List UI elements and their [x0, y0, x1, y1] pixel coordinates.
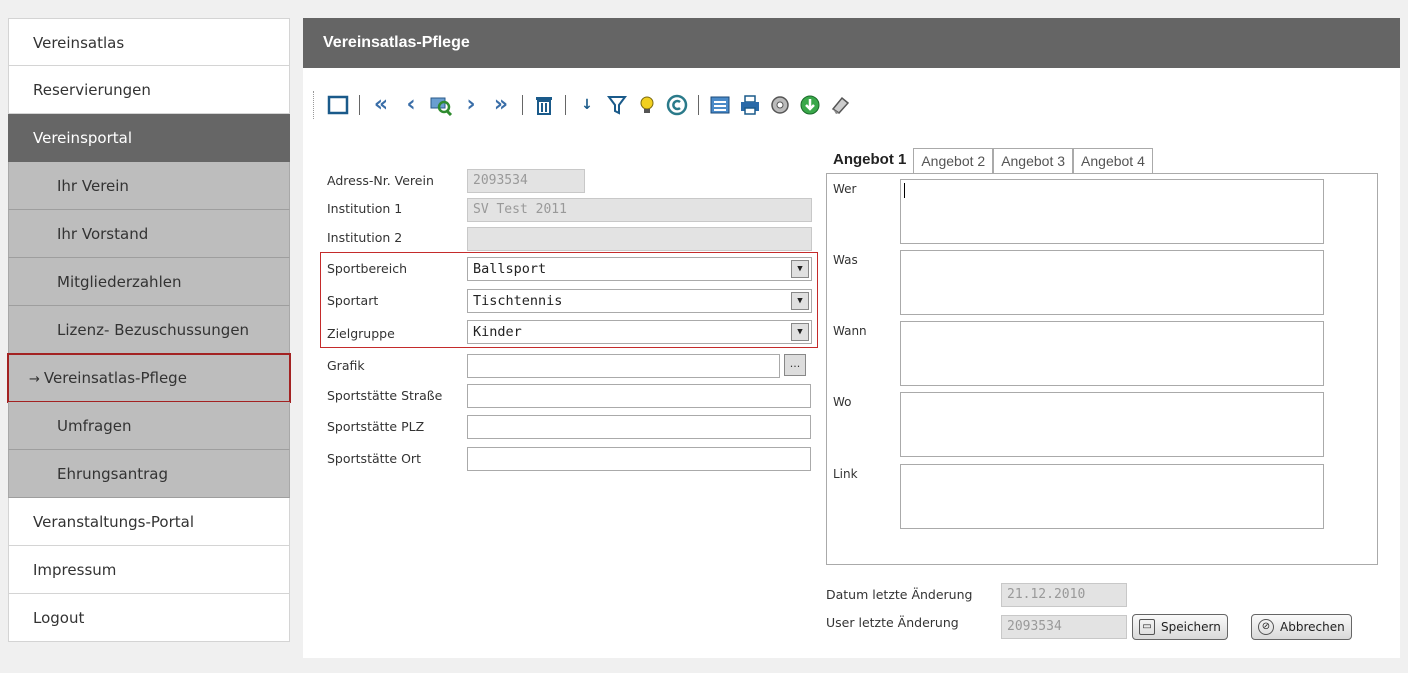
- link-label: Link: [833, 467, 858, 481]
- sidebar-item-ihr-verein[interactable]: Ihr Verein: [8, 162, 290, 210]
- print-icon[interactable]: [737, 92, 763, 118]
- sidebar-item-lizenz-bezuschussungen[interactable]: Lizenz- Bezuschussungen: [8, 306, 290, 354]
- sidebar-item-vereinsatlas[interactable]: Vereinsatlas: [8, 18, 290, 66]
- dropdown-arrow-icon[interactable]: ▼: [791, 260, 809, 278]
- tab-angebot-4[interactable]: Angebot 4: [1073, 148, 1153, 173]
- download-icon[interactable]: [797, 92, 823, 118]
- next-record-icon[interactable]: ›: [458, 92, 484, 118]
- settings-icon[interactable]: [767, 92, 793, 118]
- text-caret: [904, 183, 905, 198]
- sportbereich-select[interactable]: Ballsport ▼: [467, 257, 812, 281]
- tab-panel: Wer Was Wann Wo Link: [826, 173, 1378, 565]
- browse-button[interactable]: ...: [784, 354, 806, 376]
- grafik-label: Grafik: [327, 358, 365, 373]
- sort-icon[interactable]: ↓: [574, 92, 600, 118]
- sidebar-item-umfragen[interactable]: Umfragen: [8, 402, 290, 450]
- wo-label: Wo: [833, 395, 852, 409]
- zielgruppe-label: Zielgruppe: [327, 326, 395, 341]
- institution1-field: SV Test 2011: [467, 198, 812, 222]
- toolbar: « ‹ › » ↓: [313, 88, 853, 122]
- tip-icon[interactable]: [634, 92, 660, 118]
- list-view-icon[interactable]: [707, 92, 733, 118]
- sidebar-item-impressum[interactable]: Impressum: [8, 546, 290, 594]
- sidebar-item-vereinsportal[interactable]: Vereinsportal: [8, 114, 290, 162]
- grafik-field[interactable]: [467, 354, 780, 378]
- institution2-label: Institution 2: [327, 230, 403, 245]
- cancel-icon: ⊘: [1258, 619, 1274, 635]
- was-label: Was: [833, 253, 858, 267]
- strasse-field[interactable]: [467, 384, 811, 408]
- arrow-right-icon: →: [29, 372, 40, 387]
- user-label: User letzte Änderung: [826, 615, 959, 630]
- tab-angebot-2[interactable]: Angebot 2: [913, 148, 994, 173]
- datum-label: Datum letzte Änderung: [826, 587, 973, 602]
- eraser-icon[interactable]: [827, 92, 853, 118]
- wann-label: Wann: [833, 324, 867, 338]
- dropdown-arrow-icon[interactable]: ▼: [791, 323, 809, 341]
- new-record-icon[interactable]: [325, 92, 351, 118]
- sidebar-item-logout[interactable]: Logout: [8, 594, 290, 642]
- cancel-button[interactable]: ⊘ Abbrechen: [1251, 614, 1352, 640]
- ort-label: Sportstätte Ort: [327, 451, 421, 466]
- sidebar-item-ehrungsantrag[interactable]: Ehrungsantrag: [8, 450, 290, 498]
- tab-angebot-3[interactable]: Angebot 3: [993, 148, 1074, 173]
- wo-textarea[interactable]: [900, 392, 1324, 457]
- toolbar-grip: [313, 91, 315, 119]
- tab-bar: Angebot 1 Angebot 2 Angebot 3 Angebot 4: [826, 148, 1153, 173]
- sportart-select[interactable]: Tischtennis ▼: [467, 289, 812, 313]
- main-panel: Vereinsatlas-Pflege « ‹ › » ↓ Adress-Nr.…: [303, 18, 1400, 658]
- was-textarea[interactable]: [900, 250, 1324, 315]
- tab-angebot-1[interactable]: Angebot 1: [826, 148, 914, 173]
- sportart-label: Sportart: [327, 293, 379, 308]
- datum-field: 21.12.2010: [1001, 583, 1127, 607]
- save-button[interactable]: ▭ Speichern: [1132, 614, 1228, 640]
- previous-record-icon[interactable]: ‹: [398, 92, 424, 118]
- wer-label: Wer: [833, 182, 857, 196]
- sidebar-item-ihr-vorstand[interactable]: Ihr Vorstand: [8, 210, 290, 258]
- last-record-icon[interactable]: »: [488, 92, 514, 118]
- filter-icon[interactable]: [604, 92, 630, 118]
- toolbar-separator: [565, 95, 566, 115]
- sidebar-item-veranstaltungs-portal[interactable]: Veranstaltungs-Portal: [8, 498, 290, 546]
- adress-field: 2093534: [467, 169, 585, 193]
- dropdown-arrow-icon[interactable]: ▼: [791, 292, 809, 310]
- strasse-label: Sportstätte Straße: [327, 388, 443, 403]
- zielgruppe-select[interactable]: Kinder ▼: [467, 320, 812, 344]
- sidebar-item-reservierungen[interactable]: Reservierungen: [8, 66, 290, 114]
- toolbar-separator: [698, 95, 699, 115]
- delete-icon[interactable]: [531, 92, 557, 118]
- sidebar: Vereinsatlas Reservierungen Vereinsporta…: [7, 18, 291, 642]
- institution2-field: [467, 227, 812, 251]
- user-field: 2093534: [1001, 615, 1127, 639]
- institution1-label: Institution 1: [327, 201, 403, 216]
- adress-label: Adress-Nr. Verein: [327, 173, 434, 188]
- plz-label: Sportstätte PLZ: [327, 419, 425, 434]
- copyright-icon[interactable]: [664, 92, 690, 118]
- toolbar-separator: [359, 95, 360, 115]
- search-icon[interactable]: [428, 92, 454, 118]
- sidebar-item-vereinsatlas-pflege[interactable]: → Vereinsatlas-Pflege: [7, 353, 291, 403]
- wer-textarea[interactable]: [900, 179, 1324, 244]
- first-record-icon[interactable]: «: [368, 92, 394, 118]
- save-icon: ▭: [1139, 619, 1155, 635]
- sportbereich-label: Sportbereich: [327, 261, 408, 276]
- toolbar-separator: [522, 95, 523, 115]
- sidebar-item-mitgliederzahlen[interactable]: Mitgliederzahlen: [8, 258, 290, 306]
- plz-field[interactable]: [467, 415, 811, 439]
- page-title: Vereinsatlas-Pflege: [303, 18, 1400, 68]
- wann-textarea[interactable]: [900, 321, 1324, 386]
- ort-field[interactable]: [467, 447, 811, 471]
- link-textarea[interactable]: [900, 464, 1324, 529]
